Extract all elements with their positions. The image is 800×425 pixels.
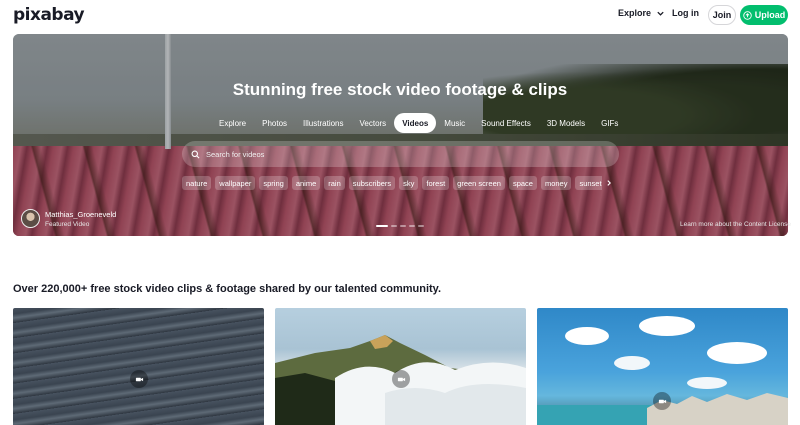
avatar[interactable] [21, 209, 40, 228]
tab-music[interactable]: Music [436, 113, 473, 133]
tab-3d-models[interactable]: 3D Models [539, 113, 593, 133]
tab-photos[interactable]: Photos [254, 113, 295, 133]
search-icon [191, 150, 200, 158]
pixabay-logo[interactable]: pixabay [13, 5, 85, 25]
video-card-beach[interactable] [537, 308, 788, 425]
upload-button-label: Upload [754, 10, 786, 20]
upload-button[interactable]: Upload [740, 5, 788, 25]
tab-vectors[interactable]: Vectors [352, 113, 395, 133]
video-card-waves[interactable] [13, 308, 264, 425]
media-type-tabs: Explore Photos Illustrations Vectors Vid… [211, 113, 626, 133]
slide-dot[interactable] [391, 225, 397, 227]
search-bar[interactable] [182, 141, 619, 167]
tag-chip[interactable]: subscribers [348, 176, 396, 190]
upload-icon [743, 10, 752, 20]
search-input[interactable] [206, 149, 606, 159]
tag-chip[interactable]: spring [259, 176, 288, 190]
tag-chip[interactable]: anime [291, 176, 321, 190]
video-camera-icon [135, 377, 143, 381]
section-title: Over 220,000+ free stock video clips & f… [13, 283, 442, 295]
slide-dot[interactable] [376, 225, 388, 227]
tag-chip[interactable]: nature [182, 176, 212, 190]
chevron-right-icon [607, 180, 611, 186]
credit-featured-label: Featured Video [45, 221, 90, 228]
tab-sound-effects[interactable]: Sound Effects [473, 113, 539, 133]
video-badge [653, 392, 671, 410]
join-button[interactable]: Join [708, 5, 736, 25]
hero-title: Stunning free stock video footage & clip… [232, 80, 568, 99]
tab-illustrations[interactable]: Illustrations [295, 113, 351, 133]
credit-author-name[interactable]: Matthias_Groeneveld [45, 210, 116, 219]
tag-chip[interactable]: wallpaper [215, 176, 256, 190]
video-badge [392, 370, 410, 388]
slide-dot[interactable] [400, 225, 406, 227]
slideshow-indicator [376, 225, 424, 227]
tag-chip[interactable]: forest [422, 176, 450, 190]
video-camera-icon [397, 377, 405, 381]
suggested-tags: nature wallpaper spring anime rain subsc… [182, 176, 602, 190]
login-link[interactable]: Log in [672, 8, 699, 18]
tab-gifs[interactable]: GIFs [593, 113, 626, 133]
hero-overlay [13, 34, 788, 236]
tags-scroll-right-button[interactable] [603, 176, 615, 190]
video-card-mountain[interactable] [275, 308, 526, 425]
tab-explore[interactable]: Explore [211, 113, 254, 133]
tag-chip[interactable]: sky [399, 176, 419, 190]
tag-chip[interactable]: space [508, 176, 537, 190]
tag-chip[interactable]: green screen [453, 176, 505, 190]
slide-dot[interactable] [418, 225, 424, 227]
video-badge [130, 370, 148, 388]
tag-chip[interactable]: rain [324, 176, 345, 190]
tag-chip[interactable]: money [540, 176, 572, 190]
top-header: pixabay Explore Log in Join Upload [0, 0, 800, 32]
tab-videos[interactable]: Videos [394, 113, 437, 133]
tag-chip[interactable]: sunset [575, 176, 602, 190]
content-license-link[interactable]: Learn more about the Content License [680, 221, 791, 228]
video-camera-icon [658, 399, 666, 403]
chevron-down-icon [657, 11, 664, 16]
explore-menu-button[interactable]: Explore [618, 8, 665, 18]
explore-menu-label: Explore [618, 8, 652, 18]
slide-dot[interactable] [409, 225, 415, 227]
hero-banner [13, 34, 788, 236]
